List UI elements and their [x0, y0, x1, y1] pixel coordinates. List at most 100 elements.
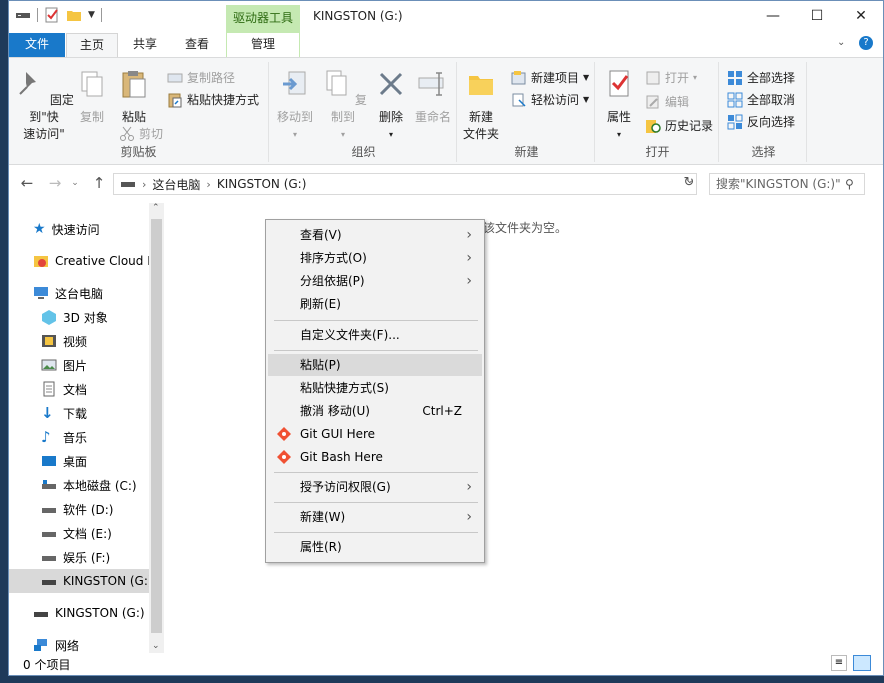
git-icon — [277, 450, 291, 464]
delete-button[interactable]: 删除 ▾ — [371, 68, 411, 143]
up-button[interactable]: ↑ — [89, 173, 109, 193]
nav-item-downloads[interactable]: ↓ 下载 — [9, 401, 149, 425]
nav-item-drive-d[interactable]: 软件 (D:) — [9, 497, 149, 521]
minimize-button[interactable]: — — [751, 1, 795, 31]
select-all-icon — [728, 71, 742, 85]
address-bar[interactable]: › 这台电脑 › KINGSTON (G:) ⌄ — [113, 173, 697, 195]
menu-item-customize-folder[interactable]: 自定义文件夹(F)... — [268, 324, 482, 346]
move-to-button[interactable]: 移动到 ▾ — [273, 68, 317, 143]
menu-item-git-gui[interactable]: Git GUI Here — [268, 423, 482, 445]
nav-item-desktop[interactable]: 桌面 — [9, 449, 149, 473]
copy-to-button[interactable]: 复制到 ▾ — [319, 68, 367, 143]
tab-manage[interactable]: 管理 — [226, 33, 300, 57]
nav-item-kingston[interactable]: KINGSTON (G:) — [9, 601, 149, 625]
menu-separator — [274, 350, 478, 351]
select-all-button[interactable]: 全部选择 — [727, 68, 795, 88]
menu-item-paste[interactable]: 粘贴(P) — [268, 354, 482, 376]
history-button[interactable]: 历史记录 — [645, 116, 713, 136]
clipboard-group: 固定到"快 速访问" 复制 粘贴 复制路径 粘贴快捷方式 剪切 剪贴板 — [9, 62, 269, 162]
menu-item-undo-move[interactable]: 撤消 移动(U) Ctrl+Z — [268, 400, 482, 422]
nav-item-label: 文档 (E:) — [63, 526, 112, 541]
nav-item-videos[interactable]: 视频 — [9, 329, 149, 353]
tab-home[interactable]: 主页 — [66, 33, 118, 58]
collapse-ribbon-icon[interactable]: ⌄ — [837, 37, 845, 48]
nav-item-drive-f[interactable]: 娱乐 (F:) — [9, 545, 149, 569]
menu-item-view[interactable]: 查看(V) › — [268, 224, 482, 246]
drive-icon — [42, 480, 56, 489]
properties-button[interactable]: 属性 ▾ — [597, 68, 641, 143]
tab-share[interactable]: 共享 — [121, 33, 169, 57]
document-icon — [43, 381, 55, 397]
navigation-pane: ★ 快速访问 Creative Cloud Files 这台电脑 3D 对象 视… — [9, 203, 149, 653]
edit-button[interactable]: 编辑 — [645, 92, 689, 112]
up-arrow-icon: ↑ — [92, 174, 106, 192]
menu-item-paste-shortcut[interactable]: 粘贴快捷方式(S) — [268, 377, 482, 399]
select-none-button[interactable]: 全部取消 — [727, 90, 795, 110]
drive-small-icon[interactable] — [15, 7, 31, 23]
copy-path-button[interactable]: 复制路径 — [167, 68, 235, 88]
menu-item-give-access[interactable]: 授予访问权限(G) › — [268, 476, 482, 498]
forward-button[interactable]: → — [45, 173, 65, 193]
nav-item-label: 图片 — [63, 358, 88, 373]
menu-item-git-bash[interactable]: Git Bash Here — [268, 446, 482, 468]
back-button[interactable]: ← — [17, 173, 37, 193]
minimize-icon: — — [766, 8, 780, 24]
nav-item-quick-access[interactable]: ★ 快速访问 — [9, 217, 149, 241]
menu-item-properties[interactable]: 属性(R) — [268, 536, 482, 558]
customize-qat-arrow-icon[interactable]: ▼ — [88, 10, 95, 20]
refresh-button[interactable]: ↻ — [679, 173, 699, 193]
maximize-button[interactable]: ☐ — [795, 1, 839, 31]
large-icons-view-icon[interactable] — [853, 655, 871, 671]
dropdown-arrow-icon: ▼ — [583, 73, 590, 82]
nav-item-label: KINGSTON (G:) — [55, 606, 145, 620]
menu-item-new[interactable]: 新建(W) › — [268, 506, 482, 528]
nav-item-music[interactable]: ♪ 音乐 — [9, 425, 149, 449]
search-icon[interactable]: ⚲ — [845, 177, 854, 191]
delete-label: 删除 — [378, 110, 403, 124]
invert-selection-button[interactable]: 反向选择 — [727, 112, 795, 132]
select-none-label: 全部取消 — [747, 93, 796, 107]
breadcrumb-drive[interactable]: KINGSTON (G:) — [211, 177, 313, 191]
close-button[interactable]: ✕ — [839, 1, 883, 31]
menu-item-refresh[interactable]: 刷新(E) — [268, 293, 482, 315]
scroll-up-icon[interactable]: ⌃ — [152, 203, 160, 213]
nav-item-3d-objects[interactable]: 3D 对象 — [9, 305, 149, 329]
nav-pane-scrollbar[interactable]: ⌃ ⌄ — [149, 203, 164, 653]
new-folder-button[interactable]: 新建 文件夹 — [459, 68, 503, 143]
menu-item-sort-by[interactable]: 排序方式(O) › — [268, 247, 482, 269]
scroll-down-icon[interactable]: ⌄ — [152, 641, 160, 651]
quick-access-toolbar: ▼ — [15, 7, 102, 23]
nav-item-label: 软件 (D:) — [63, 502, 114, 517]
tab-file[interactable]: 文件 — [9, 33, 65, 57]
search-input[interactable]: 搜索"KINGSTON (G:)" — [709, 173, 865, 195]
rename-button[interactable]: 重命名 — [411, 68, 455, 126]
paste-button[interactable]: 粘贴 — [113, 68, 155, 126]
details-view-icon[interactable]: ≡ — [831, 655, 847, 671]
properties-check-icon[interactable] — [44, 7, 60, 23]
new-item-button[interactable]: 新建项目 ▼ — [511, 68, 589, 88]
nav-item-drive-c[interactable]: 本地磁盘 (C:) — [9, 473, 149, 497]
easy-access-button[interactable]: 轻松访问 ▼ — [511, 90, 589, 110]
help-icon[interactable]: ? — [859, 36, 873, 50]
pin-to-quick-access-button[interactable]: 固定到"快 速访问" — [13, 68, 75, 143]
nav-item-network[interactable]: 网络 — [9, 633, 149, 653]
nav-item-documents[interactable]: 文档 — [9, 377, 149, 401]
open-button[interactable]: 打开 ▾ — [645, 68, 697, 88]
nav-item-creative-cloud[interactable]: Creative Cloud Files — [9, 249, 149, 273]
copy-button[interactable]: 复制 — [71, 68, 113, 126]
nav-item-pictures[interactable]: 图片 — [9, 353, 149, 377]
open-group-label: 打开 — [645, 145, 670, 159]
scrollbar-thumb[interactable] — [151, 219, 162, 633]
menu-item-group-by[interactable]: 分组依据(P) › — [268, 270, 482, 292]
recent-locations-button[interactable]: ⌄ — [65, 173, 85, 193]
breadcrumb-this-pc[interactable]: 这台电脑 — [146, 176, 206, 193]
nav-item-drive-e[interactable]: 文档 (E:) — [9, 521, 149, 545]
menu-item-shortcut: Ctrl+Z — [422, 404, 462, 418]
breadcrumb-chevron-icon[interactable]: › — [136, 178, 146, 191]
nav-item-this-pc[interactable]: 这台电脑 — [9, 281, 149, 305]
paste-shortcut-button[interactable]: 粘贴快捷方式 — [167, 90, 259, 110]
nav-item-kingston-selected[interactable]: KINGSTON (G:) — [9, 569, 149, 593]
cut-button[interactable]: 剪切 — [119, 124, 163, 144]
new-folder-icon[interactable] — [66, 7, 82, 23]
tab-view[interactable]: 查看 — [173, 33, 221, 57]
